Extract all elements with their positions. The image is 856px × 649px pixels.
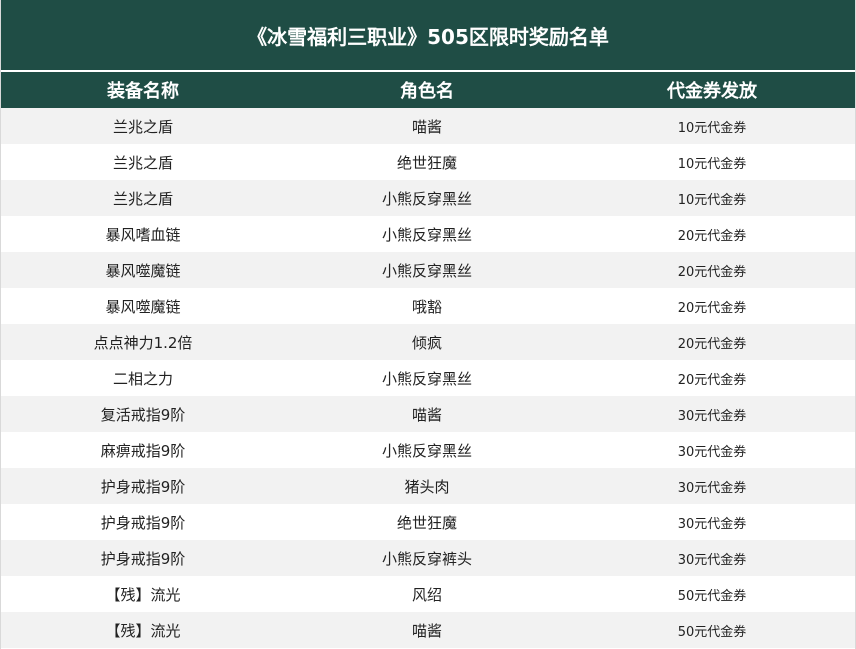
equipment-cell: 护身戒指9阶 xyxy=(1,504,285,540)
equipment-cell: 【残】流光 xyxy=(1,576,285,612)
table-row: 暴风噬魔链 哦豁 20元代金券 xyxy=(1,288,855,324)
equipment-cell: 兰兆之盾 xyxy=(1,180,285,216)
page-title: 《冰雪福利三职业》505区限时奖励名单 xyxy=(1,0,855,72)
equipment-cell: 兰兆之盾 xyxy=(1,144,285,180)
equipment-cell: 暴风噬魔链 xyxy=(1,252,285,288)
equipment-cell: 复活戒指9阶 xyxy=(1,396,285,432)
table-row: 麻痹戒指9阶 小熊反穿黑丝 30元代金券 xyxy=(1,432,855,468)
role-cell: 倾疯 xyxy=(285,324,569,360)
reward-cell: 20元代金券 xyxy=(569,216,855,252)
reward-cell: 10元代金券 xyxy=(569,108,855,144)
equipment-cell: 暴风噬魔链 xyxy=(1,288,285,324)
table-row: 复活戒指9阶 喵酱 30元代金券 xyxy=(1,396,855,432)
role-cell: 小熊反穿黑丝 xyxy=(285,252,569,288)
equipment-cell: 兰兆之盾 xyxy=(1,108,285,144)
table-row: 护身戒指9阶 绝世狂魔 30元代金券 xyxy=(1,504,855,540)
role-cell: 小熊反穿黑丝 xyxy=(285,432,569,468)
equipment-cell: 暴风嗜血链 xyxy=(1,216,285,252)
reward-cell: 20元代金券 xyxy=(569,252,855,288)
reward-cell: 20元代金券 xyxy=(569,288,855,324)
role-cell: 风绍 xyxy=(285,576,569,612)
equipment-cell: 二相之力 xyxy=(1,360,285,396)
role-cell: 小熊反穿黑丝 xyxy=(285,216,569,252)
equipment-cell: 麻痹戒指9阶 xyxy=(1,432,285,468)
reward-cell: 50元代金券 xyxy=(569,612,855,648)
equipment-cell: 护身戒指9阶 xyxy=(1,468,285,504)
role-cell: 哦豁 xyxy=(285,288,569,324)
table-row: 二相之力 小熊反穿黑丝 20元代金券 xyxy=(1,360,855,396)
equipment-cell: 护身戒指9阶 xyxy=(1,540,285,576)
column-header-reward: 代金券发放 xyxy=(569,72,855,108)
equipment-cell: 【残】流光 xyxy=(1,612,285,648)
equipment-cell: 点点神力1.2倍 xyxy=(1,324,285,360)
reward-cell: 20元代金券 xyxy=(569,324,855,360)
role-cell: 绝世狂魔 xyxy=(285,504,569,540)
reward-cell: 20元代金券 xyxy=(569,360,855,396)
role-cell: 小熊反穿黑丝 xyxy=(285,360,569,396)
reward-cell: 30元代金券 xyxy=(569,396,855,432)
column-header-role: 角色名 xyxy=(285,72,569,108)
reward-cell: 30元代金券 xyxy=(569,432,855,468)
role-cell: 猪头肉 xyxy=(285,468,569,504)
reward-cell: 30元代金券 xyxy=(569,540,855,576)
table-row: 兰兆之盾 绝世狂魔 10元代金券 xyxy=(1,144,855,180)
table-row: 兰兆之盾 喵酱 10元代金券 xyxy=(1,108,855,144)
table-row: 暴风嗜血链 小熊反穿黑丝 20元代金券 xyxy=(1,216,855,252)
reward-cell: 10元代金券 xyxy=(569,144,855,180)
reward-cell: 50元代金券 xyxy=(569,576,855,612)
table-row: 【残】流光 喵酱 50元代金券 xyxy=(1,612,855,648)
reward-cell: 30元代金券 xyxy=(569,468,855,504)
role-cell: 绝世狂魔 xyxy=(285,144,569,180)
table-row: 护身戒指9阶 小熊反穿裤头 30元代金券 xyxy=(1,540,855,576)
column-header-equipment: 装备名称 xyxy=(1,72,285,108)
table-row: 【残】流光 风绍 50元代金券 xyxy=(1,576,855,612)
reward-cell: 30元代金券 xyxy=(569,504,855,540)
role-cell: 小熊反穿裤头 xyxy=(285,540,569,576)
role-cell: 喵酱 xyxy=(285,108,569,144)
header-row: 装备名称 角色名 代金券发放 xyxy=(1,72,855,108)
table-row: 点点神力1.2倍 倾疯 20元代金券 xyxy=(1,324,855,360)
role-cell: 喵酱 xyxy=(285,612,569,648)
table-row: 兰兆之盾 小熊反穿黑丝 10元代金券 xyxy=(1,180,855,216)
table-row: 护身戒指9阶 猪头肉 30元代金券 xyxy=(1,468,855,504)
reward-list-page: 《冰雪福利三职业》505区限时奖励名单 装备名称 角色名 代金券发放 兰兆之盾 … xyxy=(0,0,856,649)
reward-table: 装备名称 角色名 代金券发放 兰兆之盾 喵酱 10元代金券 兰兆之盾 绝世狂魔 … xyxy=(1,72,855,648)
role-cell: 小熊反穿黑丝 xyxy=(285,180,569,216)
table-body: 兰兆之盾 喵酱 10元代金券 兰兆之盾 绝世狂魔 10元代金券 兰兆之盾 小熊反… xyxy=(1,108,855,648)
reward-cell: 10元代金券 xyxy=(569,180,855,216)
table-row: 暴风噬魔链 小熊反穿黑丝 20元代金券 xyxy=(1,252,855,288)
table-header: 装备名称 角色名 代金券发放 xyxy=(1,72,855,108)
role-cell: 喵酱 xyxy=(285,396,569,432)
